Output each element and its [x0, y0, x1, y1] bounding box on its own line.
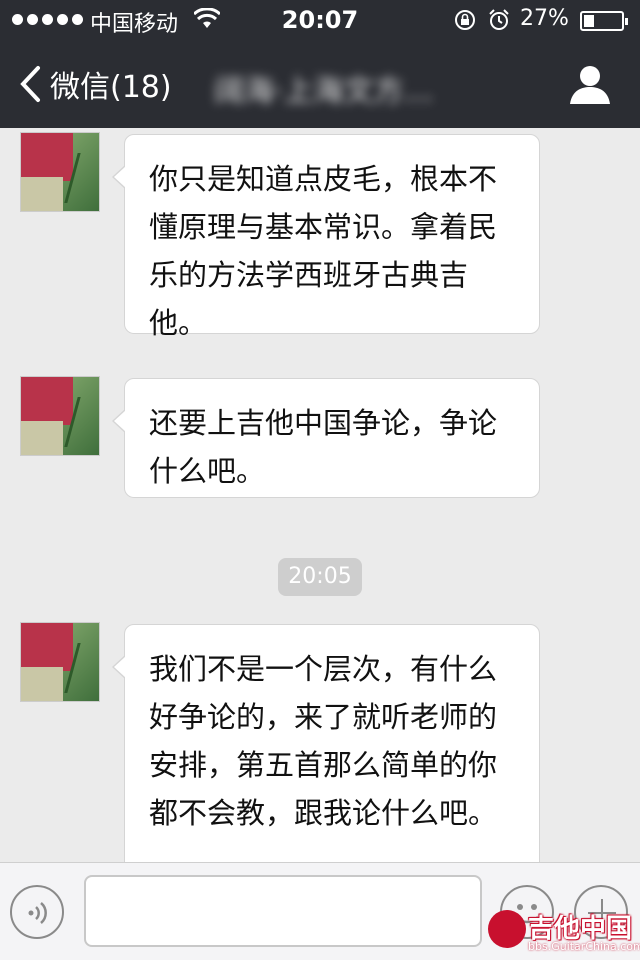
avatar[interactable]	[20, 376, 100, 456]
message-bubble[interactable]: 我们不是一个层次，有什么好争论的，来了就听老师的安排，第五首那么简单的你都不会教…	[112, 624, 540, 874]
chevron-left-icon	[20, 66, 40, 102]
voice-button[interactable]	[10, 885, 64, 939]
top-bar: 中国移动 20:07 27% 微信(18) 阔海·上海文方…	[0, 0, 640, 128]
battery-percent: 27%	[520, 6, 569, 31]
person-icon[interactable]	[568, 64, 612, 104]
message-bubble[interactable]: 还要上吉他中国争论，争论什么吧。	[112, 378, 540, 498]
status-bar: 中国移动 20:07 27%	[0, 0, 640, 40]
navigation-bar: 微信(18) 阔海·上海文方…	[0, 40, 640, 128]
voice-icon	[28, 902, 47, 924]
message-bubble[interactable]: 你只是知道点皮毛，根本不懂原理与基本常识。拿着民乐的方法学西班牙古典吉他。	[112, 134, 540, 340]
message-input[interactable]	[84, 875, 482, 947]
battery-icon	[580, 11, 628, 31]
watermark-url: bbs.GuitarChina.com	[528, 940, 640, 953]
guitar-logo-icon	[488, 910, 526, 948]
rotation-lock-icon	[455, 10, 475, 30]
watermark: 吉他中国 bbs.GuitarChina.com	[488, 908, 640, 956]
timestamp-label: 20:05	[278, 558, 362, 596]
back-button[interactable]: 微信(18)	[18, 62, 172, 106]
back-label: 微信(18)	[50, 70, 172, 105]
chat-title: 阔海·上海文方…	[214, 74, 434, 106]
avatar[interactable]	[20, 622, 100, 702]
alarm-icon	[489, 9, 509, 30]
avatar[interactable]	[20, 132, 100, 212]
